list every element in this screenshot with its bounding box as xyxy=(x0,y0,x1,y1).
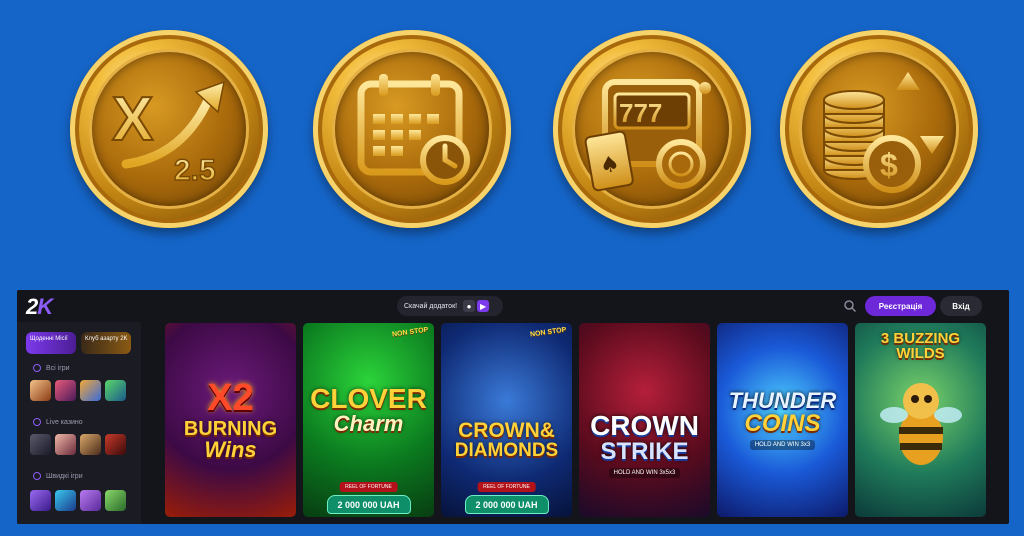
search-icon[interactable] xyxy=(843,299,857,313)
game-thumb[interactable] xyxy=(30,380,51,401)
sidebar-item-live-casino[interactable]: Live казино xyxy=(33,418,83,426)
game-tile-crown-diamonds[interactable]: NON STOP CROWN& DIAMONDS REEL OF FORTUNE… xyxy=(441,323,572,517)
game-thumb[interactable] xyxy=(55,380,76,401)
play-store-icon[interactable]: ▶ xyxy=(477,300,490,312)
top-navigation-bar: 2K Скачай додаток! ● ▶ Реєстрація Вхід xyxy=(17,290,1009,322)
game-thumb[interactable] xyxy=(105,490,126,511)
download-app-label: Скачай додаток! xyxy=(404,302,458,310)
game-thumb[interactable] xyxy=(80,434,101,455)
all-games-thumbs xyxy=(30,380,126,401)
casino-coin: 777 ♠ xyxy=(553,30,751,228)
apple-icon[interactable]: ● xyxy=(463,300,476,312)
calendar-coin xyxy=(313,30,511,228)
login-button[interactable]: Вхід xyxy=(940,296,982,316)
svg-text:X: X xyxy=(112,85,153,154)
svg-text:2.5: 2.5 xyxy=(174,154,216,187)
game-grid: X2 BURNING Wins NON STOP CLOVER Charm RE… xyxy=(165,322,986,524)
register-button[interactable]: Реєстрація xyxy=(865,296,936,316)
fast-games-icon xyxy=(33,472,41,480)
game-thumb[interactable] xyxy=(55,490,76,511)
sidebar-item-label: Всі ігри xyxy=(46,364,70,372)
sidebar-item-label: Швидкі ігри xyxy=(46,472,83,480)
slot-machine-card-chip-icon: 777 ♠ xyxy=(584,79,711,192)
sidebar: Щоденні Місії Клуб азарту 2K Всі ігри Li… xyxy=(17,322,141,524)
game-thumb[interactable] xyxy=(30,434,51,455)
game-thumb[interactable] xyxy=(80,490,101,511)
game-tile-clover-charm[interactable]: NON STOP CLOVER Charm REEL OF FORTUNE 2 … xyxy=(303,323,434,517)
svg-text:777: 777 xyxy=(619,98,662,128)
all-games-icon xyxy=(33,364,41,372)
live-casino-thumbs xyxy=(30,434,126,455)
game-thumb[interactable] xyxy=(55,434,76,455)
jackpot-badge: 2 000 000 UAH xyxy=(464,495,549,514)
bee-character-icon xyxy=(879,383,962,465)
sidebar-item-all-games[interactable]: Всі ігри xyxy=(33,364,70,372)
club-card[interactable]: Клуб азарту 2K xyxy=(81,332,131,354)
game-tile-crown-strike[interactable]: CROWN STRIKE HOLD AND WIN 3x5x3 xyxy=(579,323,710,517)
calendar-clock-icon xyxy=(357,74,470,185)
game-tile-thunder-coins[interactable]: THUNDER COINS HOLD AND WIN 3x3 xyxy=(717,323,848,517)
multiplier-coin: X 2.5 xyxy=(70,30,268,228)
game-tile-3-buzzing-wilds[interactable]: 3 BUZZING WILDS xyxy=(855,323,986,517)
daily-missions-card[interactable]: Щоденні Місії xyxy=(26,332,76,354)
live-casino-icon xyxy=(33,418,41,426)
multiplier-arrow-icon: X 2.5 xyxy=(111,80,225,188)
fast-games-thumbs xyxy=(30,490,126,511)
game-thumb[interactable] xyxy=(105,434,126,455)
coin-stack-dollar-arrows-icon: $ xyxy=(823,72,944,193)
sidebar-item-fast-games[interactable]: Швидкі ігри xyxy=(33,472,83,480)
game-tile-x2-burning-wins[interactable]: X2 BURNING Wins xyxy=(165,323,296,517)
jackpot-badge: 2 000 000 UAH xyxy=(326,495,411,514)
exchange-coin: $ xyxy=(780,30,978,228)
sidebar-item-label: Live казино xyxy=(46,418,83,426)
site-logo[interactable]: 2K xyxy=(26,294,53,320)
game-thumb[interactable] xyxy=(105,380,126,401)
download-app-pill[interactable]: Скачай додаток! ● ▶ xyxy=(397,296,503,316)
casino-site-screenshot: 2K Скачай додаток! ● ▶ Реєстрація Вхід Щ… xyxy=(17,290,1009,524)
game-thumb[interactable] xyxy=(80,380,101,401)
coin-icon-row: X 2.5 777 ♠ $ xyxy=(0,0,1024,280)
svg-text:$: $ xyxy=(880,147,898,183)
game-thumb[interactable] xyxy=(30,490,51,511)
